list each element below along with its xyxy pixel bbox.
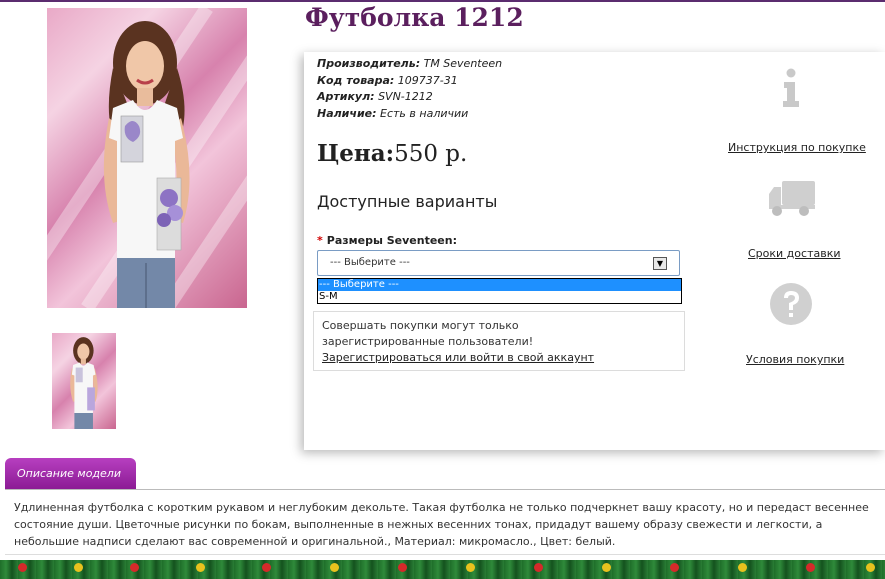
product-thumbnail[interactable] — [52, 333, 116, 429]
bauble-icon — [738, 563, 747, 572]
bauble-icon — [130, 563, 139, 572]
christmas-garland — [0, 560, 885, 579]
product-main-image[interactable] — [47, 8, 247, 308]
detail-value: SVN-1212 — [378, 90, 433, 103]
required-mark: * — [317, 234, 323, 247]
bauble-icon — [262, 563, 271, 572]
size-dropdown-list[interactable]: --- Выберите --- S-M — [317, 278, 682, 304]
dropdown-option[interactable]: --- Выберите --- — [318, 279, 681, 291]
detail-product-code: Код товара: 109737-31 — [317, 73, 502, 90]
size-select-value: --- Выберите --- — [330, 257, 410, 268]
bauble-icon — [466, 563, 475, 572]
detail-label: Наличие: — [317, 106, 377, 120]
bauble-icon — [602, 563, 611, 572]
detail-label: Артикул: — [317, 90, 375, 103]
detail-availability: Наличие: Есть в наличии — [317, 106, 502, 123]
top-border — [0, 0, 885, 2]
purchase-terms-link[interactable]: Условия покупки — [746, 353, 844, 366]
tab-description-label: Описание модели — [17, 467, 121, 480]
size-option-label: * Размеры Seventeen: — [317, 234, 457, 247]
bauble-icon — [18, 563, 27, 572]
detail-manufacturer: Производитель: TM Seventeen — [317, 56, 502, 73]
dropdown-option[interactable]: S-M — [318, 291, 681, 303]
tab-description[interactable]: Описание модели — [5, 458, 136, 490]
detail-label: Производитель: — [317, 57, 421, 70]
bauble-icon — [398, 563, 407, 572]
detail-value: 109737-31 — [397, 73, 458, 87]
register-login-link[interactable]: Зарегистрироваться или войти в свой акка… — [322, 351, 594, 364]
variants-heading: Доступные варианты — [317, 192, 498, 211]
size-select[interactable]: --- Выберите --- ▼ — [317, 250, 680, 276]
size-label-text: Размеры Seventeen: — [326, 234, 457, 247]
price: Цена:550 р. — [317, 140, 467, 167]
delivery-terms-link[interactable]: Сроки доставки — [748, 247, 841, 260]
chevron-down-icon[interactable]: ▼ — [653, 257, 667, 270]
notice-text: Совершать покупки могут только зарегистр… — [322, 319, 534, 348]
detail-value: TM Seventeen — [423, 57, 503, 70]
price-value: 550 р. — [394, 141, 468, 167]
truck-icon — [769, 181, 815, 216]
product-info-box: Производитель: TM Seventeen Код товара: … — [304, 52, 885, 450]
purchase-instructions-link[interactable]: Инструкция по покупке — [728, 141, 866, 154]
page-title: Футболка 1212 — [305, 3, 524, 32]
detail-label: Код товара: — [317, 73, 395, 87]
bauble-icon — [330, 563, 339, 572]
price-label: Цена: — [317, 140, 395, 167]
description-text: Удлиненная футболка с коротким рукавом и… — [14, 501, 869, 548]
description-panel: Удлиненная футболка с коротким рукавом и… — [5, 489, 885, 555]
info-icon — [783, 68, 799, 107]
bauble-icon — [74, 563, 83, 572]
bauble-icon — [866, 563, 875, 572]
registration-notice: Совершать покупки могут только зарегистр… — [313, 311, 685, 371]
bauble-icon — [806, 563, 815, 572]
bauble-icon — [534, 563, 543, 572]
product-details: Производитель: TM Seventeen Код товара: … — [317, 56, 502, 122]
detail-value: Есть в наличии — [380, 106, 469, 120]
question-icon — [770, 283, 812, 325]
detail-article: Артикул: SVN-1212 — [317, 89, 502, 106]
bauble-icon — [670, 563, 679, 572]
bauble-icon — [196, 563, 205, 572]
